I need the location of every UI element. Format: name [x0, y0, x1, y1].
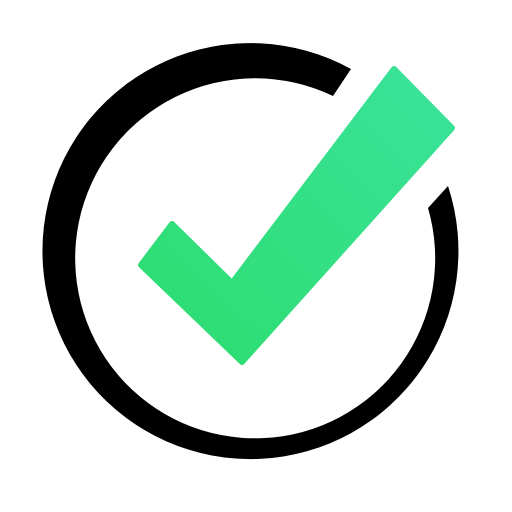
- app-icon: [0, 0, 512, 512]
- checkmark-in-circle-icon: [0, 0, 512, 512]
